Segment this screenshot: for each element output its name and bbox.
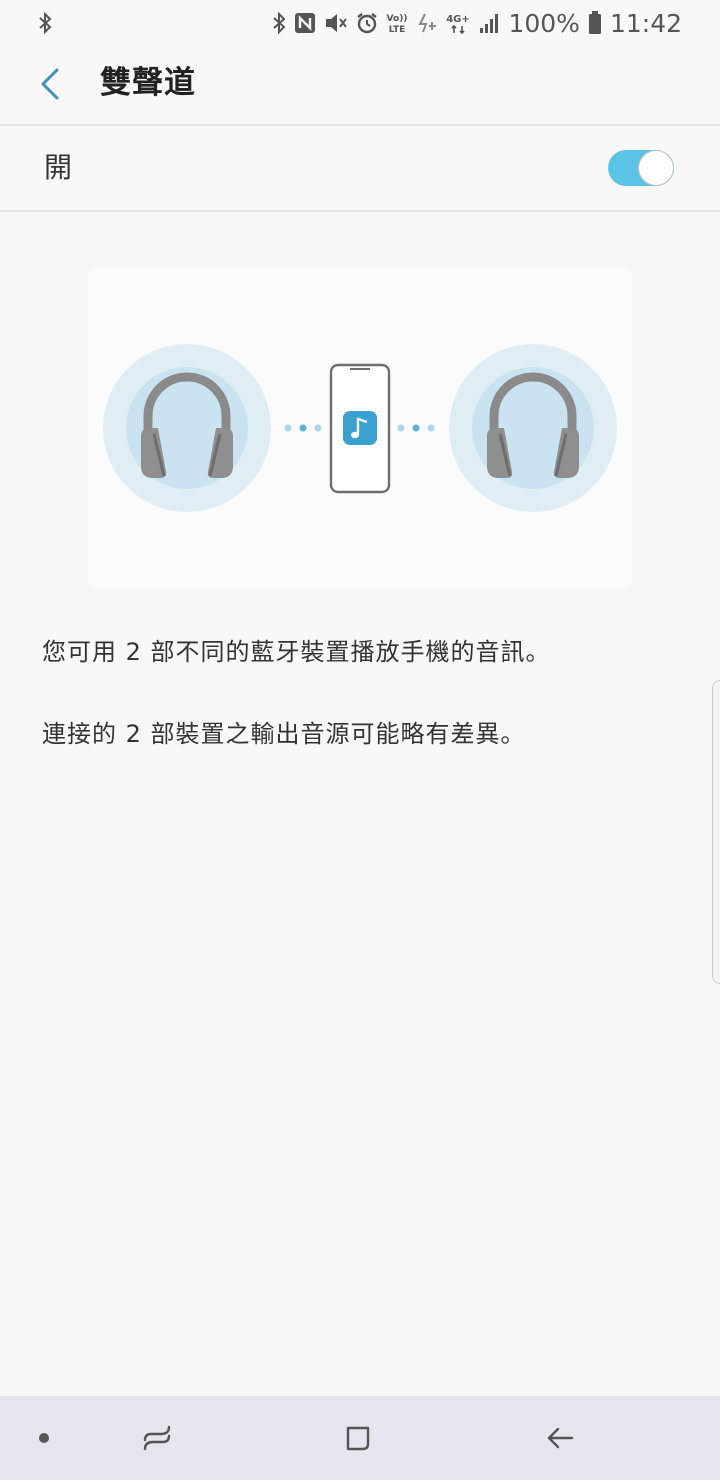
bluetooth-icon	[272, 12, 286, 34]
alarm-icon	[356, 12, 378, 34]
data-saver-icon	[416, 12, 438, 34]
svg-text:LTE: LTE	[389, 25, 406, 35]
page-title: 雙聲道	[100, 65, 196, 101]
signal-icon	[478, 12, 500, 34]
chevron-left-icon	[41, 68, 59, 100]
volte-icon: Vo)) LTE	[386, 11, 408, 35]
recent-apps-icon[interactable]	[133, 1414, 181, 1462]
bluetooth-icon	[38, 11, 52, 38]
navigation-bar	[0, 1396, 720, 1480]
description-line-2: 連接的 2 部裝置之輸出音源可能略有差異。	[42, 720, 526, 748]
status-bar: Vo)) LTE 4G+ 100% 11:42	[0, 0, 720, 46]
back-arrow-icon[interactable]	[536, 1414, 584, 1462]
edge-panel-handle[interactable]	[712, 680, 720, 984]
home-icon[interactable]	[334, 1414, 382, 1462]
status-time: 11:42	[609, 8, 682, 38]
headphones-icon	[103, 344, 271, 512]
toggle-divider	[0, 210, 720, 212]
svg-text:4G+: 4G+	[447, 14, 471, 25]
description-line-1: 您可用 2 部不同的藍牙裝置播放手機的音訊。	[42, 638, 551, 666]
status-icons: Vo)) LTE 4G+ 100% 11:42	[272, 8, 682, 38]
battery-icon	[588, 11, 602, 35]
dual-audio-toggle-row[interactable]: 開	[0, 126, 720, 210]
dual-audio-illustration	[88, 268, 632, 588]
dual-audio-switch[interactable]	[608, 150, 674, 186]
nfc-icon	[294, 12, 316, 34]
vibrate-icon	[324, 12, 348, 34]
app-header: 雙聲道	[0, 46, 720, 124]
dot-icon[interactable]	[20, 1414, 68, 1462]
connection-dots-right	[397, 424, 435, 432]
phone-music-icon	[329, 363, 391, 494]
back-button[interactable]	[26, 60, 74, 108]
toggle-label: 開	[44, 151, 73, 184]
switch-knob	[638, 150, 674, 186]
battery-percent: 100%	[508, 8, 580, 38]
headphones-icon	[449, 344, 617, 512]
connection-dots-left	[284, 424, 322, 432]
4g-plus-icon: 4G+	[446, 11, 470, 35]
svg-text:Vo)): Vo))	[387, 14, 408, 24]
